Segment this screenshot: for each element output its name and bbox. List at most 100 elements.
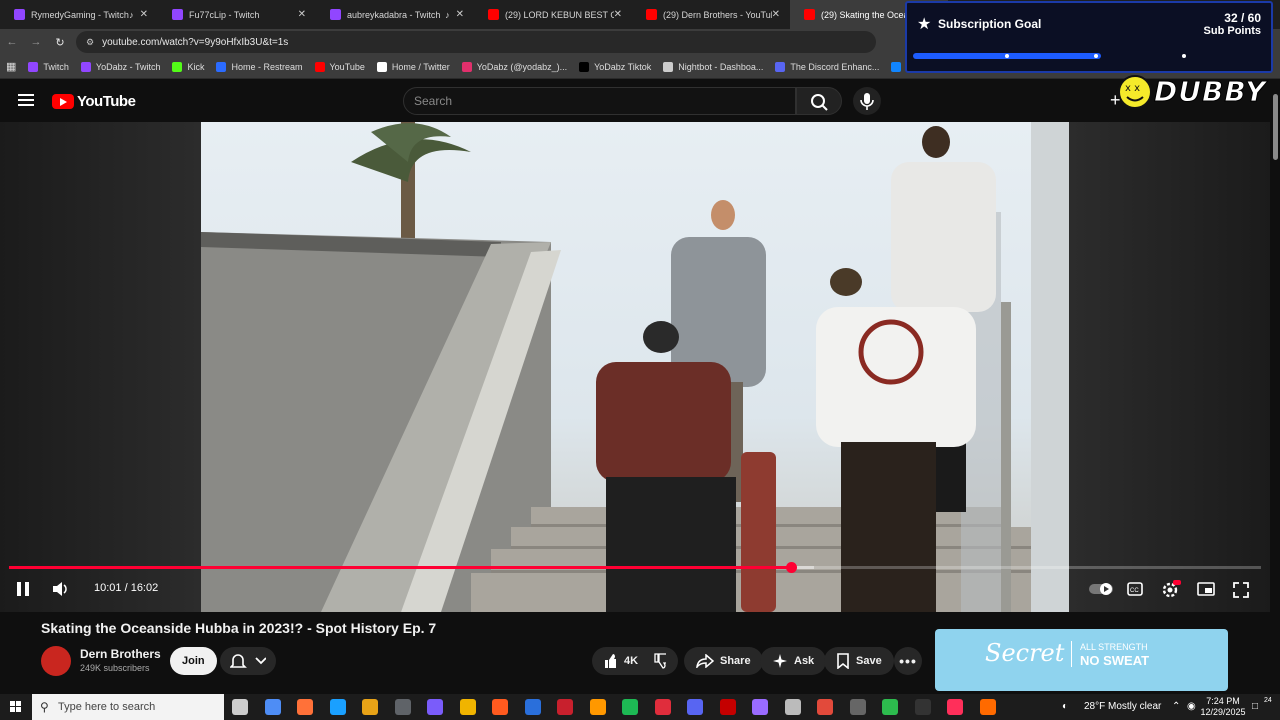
close-tab-icon[interactable]: ✕	[456, 9, 464, 20]
tiktok-icon[interactable]	[947, 699, 963, 715]
notification-bell-button[interactable]	[220, 647, 276, 675]
voice-search-button[interactable]	[853, 87, 881, 115]
autoplay-toggle[interactable]	[1089, 582, 1113, 601]
taskbar-clock[interactable]: 7:24 PM 12/29/2025	[1200, 696, 1246, 718]
apps-grid-icon[interactable]: ▦	[6, 60, 16, 73]
volume-button[interactable]	[52, 581, 70, 602]
video-progress-bar[interactable]	[9, 562, 1261, 573]
search-input[interactable]: Search	[403, 87, 796, 115]
captions-button[interactable]: CC	[1127, 582, 1143, 601]
bookmark-item[interactable]: The Discord Enhanc...	[775, 61, 879, 72]
bookmark-favicon-icon	[579, 61, 590, 72]
taskbar-search-input[interactable]: ⚲ Type here to search	[32, 694, 224, 720]
spotify-icon[interactable]	[622, 699, 638, 715]
tab-title: aubreykadabra - Twitch	[347, 9, 441, 20]
task-view-icon[interactable]	[232, 699, 248, 715]
bookmark-label: Home / Twitter	[391, 61, 450, 72]
search-button[interactable]	[796, 87, 842, 115]
app-icon[interactable]	[589, 699, 606, 715]
save-button[interactable]: Save	[824, 647, 894, 675]
bookmark-favicon-icon	[891, 61, 902, 72]
discord-icon[interactable]	[687, 699, 703, 715]
address-bar[interactable]: ⚙ youtube.com/watch?v=9y9oHfxIb3U&t=1s	[76, 31, 876, 53]
tab-audio-icon[interactable]: ♪	[445, 10, 450, 20]
forward-icon[interactable]: →	[24, 36, 48, 48]
thumbs-up-icon	[605, 654, 616, 668]
copilot-icon[interactable]	[264, 699, 281, 715]
bookmark-label: YoDabz Tiktok	[594, 61, 652, 72]
save-label: Save	[856, 655, 882, 667]
youtube-header: YouTube Search +	[0, 80, 1280, 122]
bookmark-favicon-icon	[80, 61, 91, 72]
close-tab-icon[interactable]: ✕	[772, 9, 780, 20]
app-icon[interactable]	[427, 699, 443, 715]
thumbs-down-icon[interactable]	[654, 653, 666, 669]
bookmark-favicon-icon	[172, 61, 183, 72]
notifications-icon[interactable]: □	[1252, 694, 1258, 720]
bookmark-item[interactable]: Home - Restream	[216, 61, 303, 72]
back-icon[interactable]: ←	[0, 36, 24, 48]
settings-icon[interactable]	[784, 699, 801, 715]
app-icon[interactable]	[752, 699, 768, 715]
app-icon[interactable]	[817, 699, 833, 715]
steam-icon[interactable]	[524, 699, 541, 715]
pause-button[interactable]	[16, 581, 30, 602]
bookmark-item[interactable]: YoDabz Tiktok	[579, 61, 652, 72]
like-button[interactable]: 4K	[592, 647, 678, 675]
firefox-icon[interactable]	[297, 699, 313, 715]
sponsored-ad-banner[interactable]: Secret ALL STRENGTH NO SWEAT	[935, 629, 1228, 691]
app-icon[interactable]	[719, 699, 736, 715]
youtube-logo[interactable]: YouTube	[52, 93, 136, 110]
page-scrollbar[interactable]	[1270, 80, 1280, 694]
ask-button[interactable]: Ask	[760, 647, 827, 675]
bookmark-item[interactable]: YouTube	[314, 61, 365, 72]
browser-tab[interactable]: (29) Dern Brothers - YouTube ✕	[632, 0, 790, 29]
bookmark-item[interactable]: Twitch	[28, 61, 69, 72]
tab-audio-icon[interactable]: ♪	[129, 10, 134, 20]
share-button[interactable]: Share	[684, 647, 763, 675]
browser-tab[interactable]: Fu77cLip - Twitch ✕	[158, 0, 316, 29]
close-tab-icon[interactable]: ✕	[614, 9, 622, 20]
bookmark-item[interactable]: Nightbot - Dashboa...	[663, 61, 763, 72]
channel-name[interactable]: Dern Brothers	[80, 647, 161, 661]
scrollbar-thumb[interactable]	[1273, 94, 1278, 160]
channel-avatar[interactable]	[41, 646, 71, 676]
weather-text[interactable]: 28°F Mostly clear	[1084, 694, 1161, 720]
app-icon[interactable]	[849, 699, 866, 715]
app-icon[interactable]	[914, 699, 931, 715]
weather-icon[interactable]: ◐	[1062, 694, 1068, 720]
bookmark-item[interactable]: Kick	[172, 61, 204, 72]
bookmark-item[interactable]: YoDabz - Twitch	[80, 61, 160, 72]
app-icon[interactable]	[882, 699, 898, 715]
windows-start-icon[interactable]	[10, 701, 22, 713]
miniplayer-button[interactable]	[1197, 582, 1215, 601]
bookmark-item[interactable]: Home / Twitter	[376, 61, 450, 72]
bookmark-item[interactable]: YoDabz (@yodabz_)...	[461, 61, 567, 72]
microphone-icon	[860, 93, 874, 110]
reload-icon[interactable]: ↻	[48, 36, 72, 49]
app-icon[interactable]	[979, 699, 996, 715]
gear-icon	[1162, 580, 1181, 598]
more-actions-button[interactable]: •••	[894, 647, 922, 675]
edge-icon[interactable]	[329, 699, 346, 715]
menu-icon[interactable]	[18, 94, 34, 106]
goal-milestone-dot	[1182, 54, 1186, 58]
close-tab-icon[interactable]: ✕	[298, 9, 306, 20]
network-icon[interactable]: ◉	[1187, 694, 1196, 720]
chrome-icon[interactable]	[362, 699, 378, 715]
join-button[interactable]: Join	[170, 647, 217, 675]
tray-overflow-icon[interactable]: ⌃	[1172, 694, 1180, 720]
video-player[interactable]: 10:01 / 16:02 CC	[0, 122, 1270, 612]
obs-icon[interactable]	[394, 699, 411, 715]
settings-button[interactable]	[1161, 580, 1181, 603]
fullscreen-button[interactable]	[1233, 582, 1249, 603]
browser-tab[interactable]: aubreykadabra - Twitch ♪ ✕	[316, 0, 474, 29]
site-info-icon[interactable]: ⚙	[86, 37, 94, 48]
app-icon[interactable]	[557, 699, 573, 715]
app-icon[interactable]	[492, 699, 508, 715]
file-explorer-icon[interactable]	[459, 699, 476, 715]
close-tab-icon[interactable]: ✕	[140, 9, 148, 20]
browser-tab[interactable]: RymedyGaming - Twitch ♪ ✕	[0, 0, 158, 29]
app-icon[interactable]	[654, 699, 671, 715]
browser-tab[interactable]: (29) LORD KEBUN BEST OF 202✕	[474, 0, 632, 29]
